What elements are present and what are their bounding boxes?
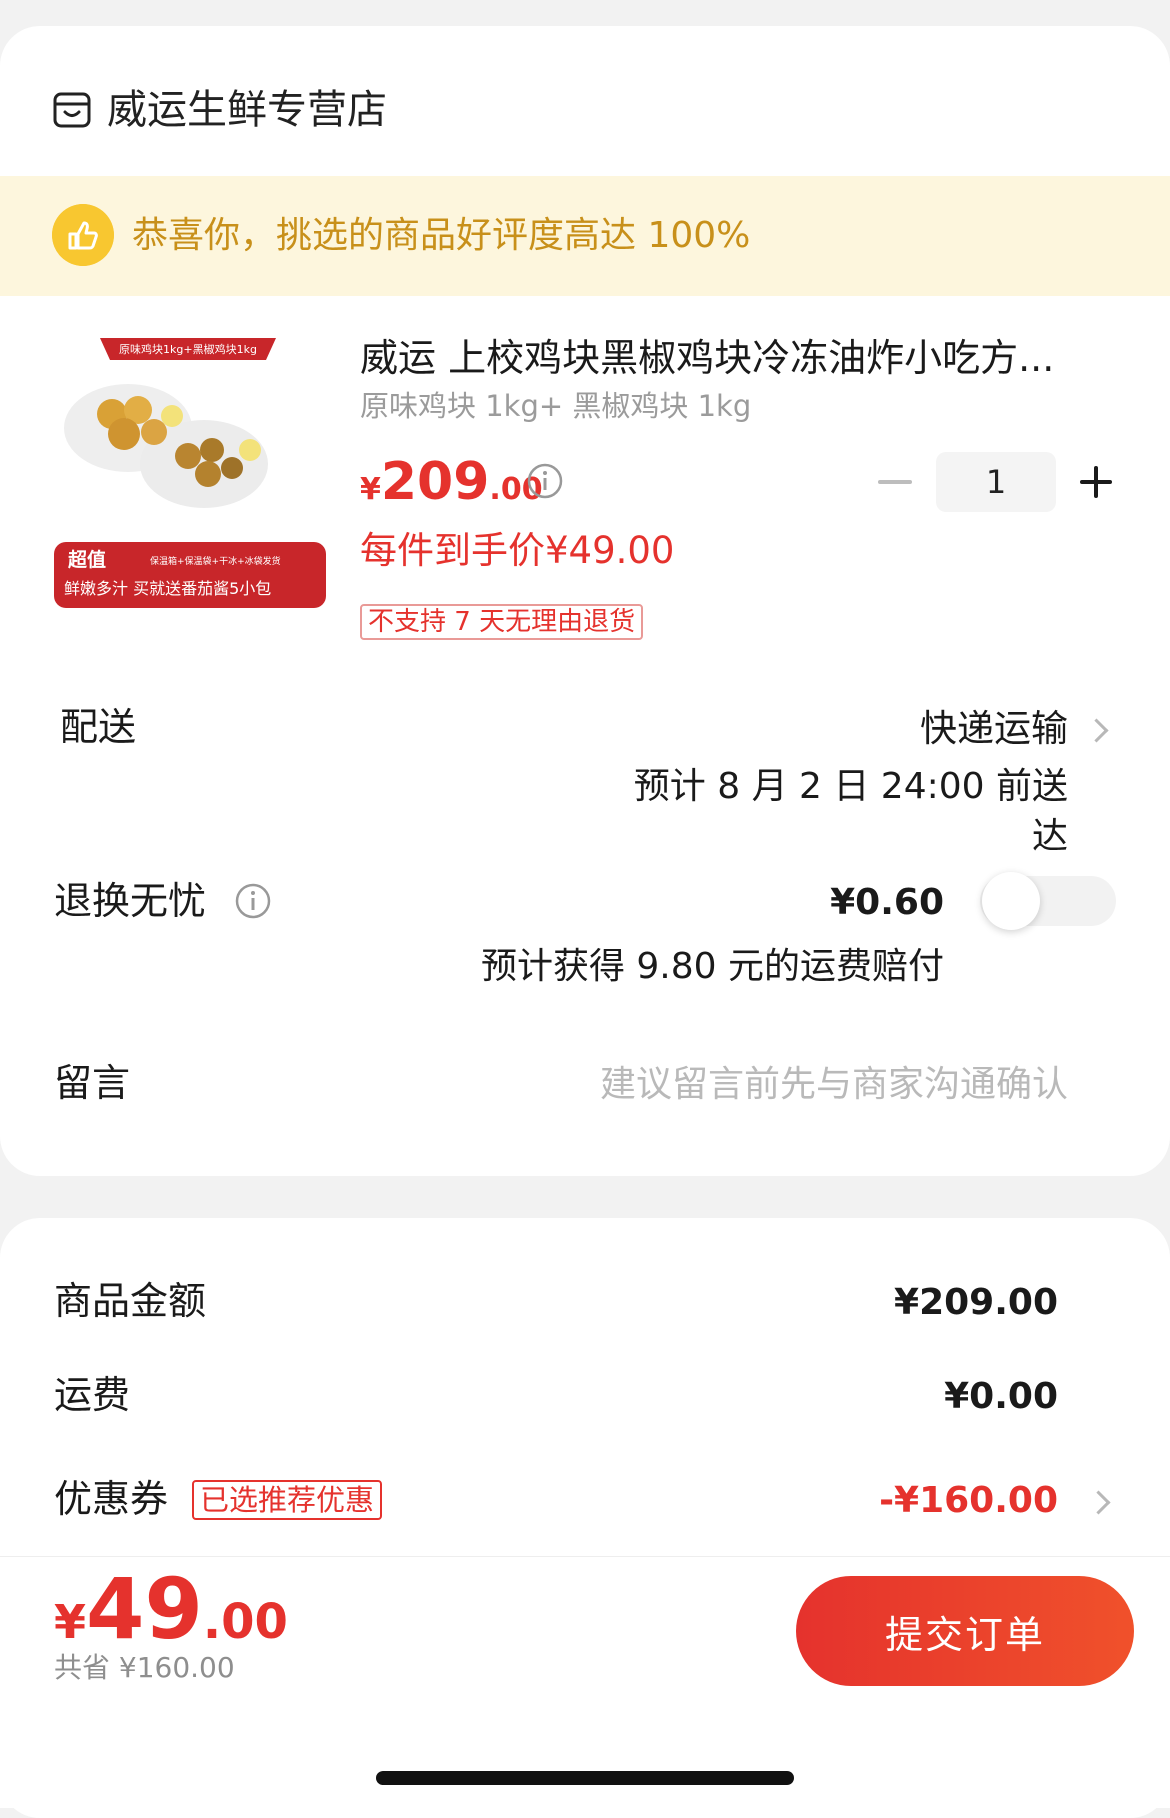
return-insurance-price: ¥0.60 [830, 882, 944, 923]
thumbs-up-icon [52, 204, 114, 266]
product-spec: 原味鸡块 1kg+ 黑椒鸡块 1kg [360, 389, 752, 423]
product-image-top-text: 原味鸡块1kg+黑椒鸡块1kg [119, 342, 257, 356]
shipping-fee-label: 运费 [54, 1373, 131, 1417]
store-icon [53, 92, 91, 128]
product-image-badge-note: 保温箱+保温袋+干冰+冰袋发货 [150, 555, 281, 567]
rating-text: 恭喜你，挑选的商品好评度高达 100% [132, 215, 751, 256]
toggle-knob[interactable] [982, 872, 1040, 930]
price-integer: 209 [380, 452, 490, 512]
delivery-eta: 预计 8 月 2 日 24:00 前送达 [633, 766, 1068, 857]
quantity-minus-button[interactable] [878, 480, 912, 484]
home-indicator[interactable] [376, 1771, 794, 1785]
product-price: ¥209.00 [360, 452, 543, 512]
goods-amount-value: ¥209.00 [894, 1282, 1058, 1323]
bottom-safe-area [0, 1707, 1170, 1808]
goods-amount-label: 商品金额 [54, 1279, 207, 1323]
plus-icon[interactable] [1094, 466, 1098, 498]
store-name[interactable]: 威运生鲜专营店 [107, 84, 387, 136]
shipping-fee-value: ¥0.00 [944, 1376, 1058, 1417]
coupon-label: 优惠券 [54, 1477, 169, 1521]
submit-order-button[interactable]: 提交订单 [796, 1576, 1134, 1686]
per-item-price: 每件到手价¥49.00 [360, 529, 675, 572]
return-insurance-label: 退换无忧 [54, 879, 207, 923]
return-policy-tag: 不支持 7 天无理由退货 [360, 604, 644, 640]
delivery-method[interactable]: 快递运输 [900, 704, 1068, 754]
total-integer: 49 [86, 1560, 203, 1658]
info-icon[interactable] [526, 462, 564, 500]
product-image-badge: 超值 [67, 548, 106, 571]
price-currency: ¥ [360, 472, 381, 507]
coupon-value[interactable]: -¥160.00 [758, 1476, 1058, 1526]
delivery-label: 配送 [60, 705, 137, 749]
product-image[interactable]: 原味鸡块1kg+黑椒鸡块1kg 超值 保温箱+保温袋+干冰+冰袋发货 鲜嫩多汁 … [54, 336, 326, 608]
total-price: ¥49.00 [54, 1560, 288, 1658]
info-icon[interactable] [234, 882, 272, 920]
message-input[interactable] [470, 1058, 1068, 1110]
quantity-value[interactable]: 1 [936, 452, 1056, 512]
total-decimal: .00 [202, 1594, 288, 1650]
return-insurance-note: 预计获得 9.80 元的运费赔付 [480, 946, 944, 987]
total-currency: ¥ [54, 1595, 87, 1649]
message-label: 留言 [54, 1061, 131, 1105]
product-title[interactable]: 威运 上校鸡块黑椒鸡块冷冻油炸小吃方... [360, 332, 1100, 384]
coupon-badge: 已选推荐优惠 [192, 1480, 383, 1520]
saved-amount: 共省 ¥160.00 [54, 1651, 235, 1684]
product-image-bottom-text: 鲜嫩多汁 买就送番茄酱5小包 [64, 579, 271, 598]
